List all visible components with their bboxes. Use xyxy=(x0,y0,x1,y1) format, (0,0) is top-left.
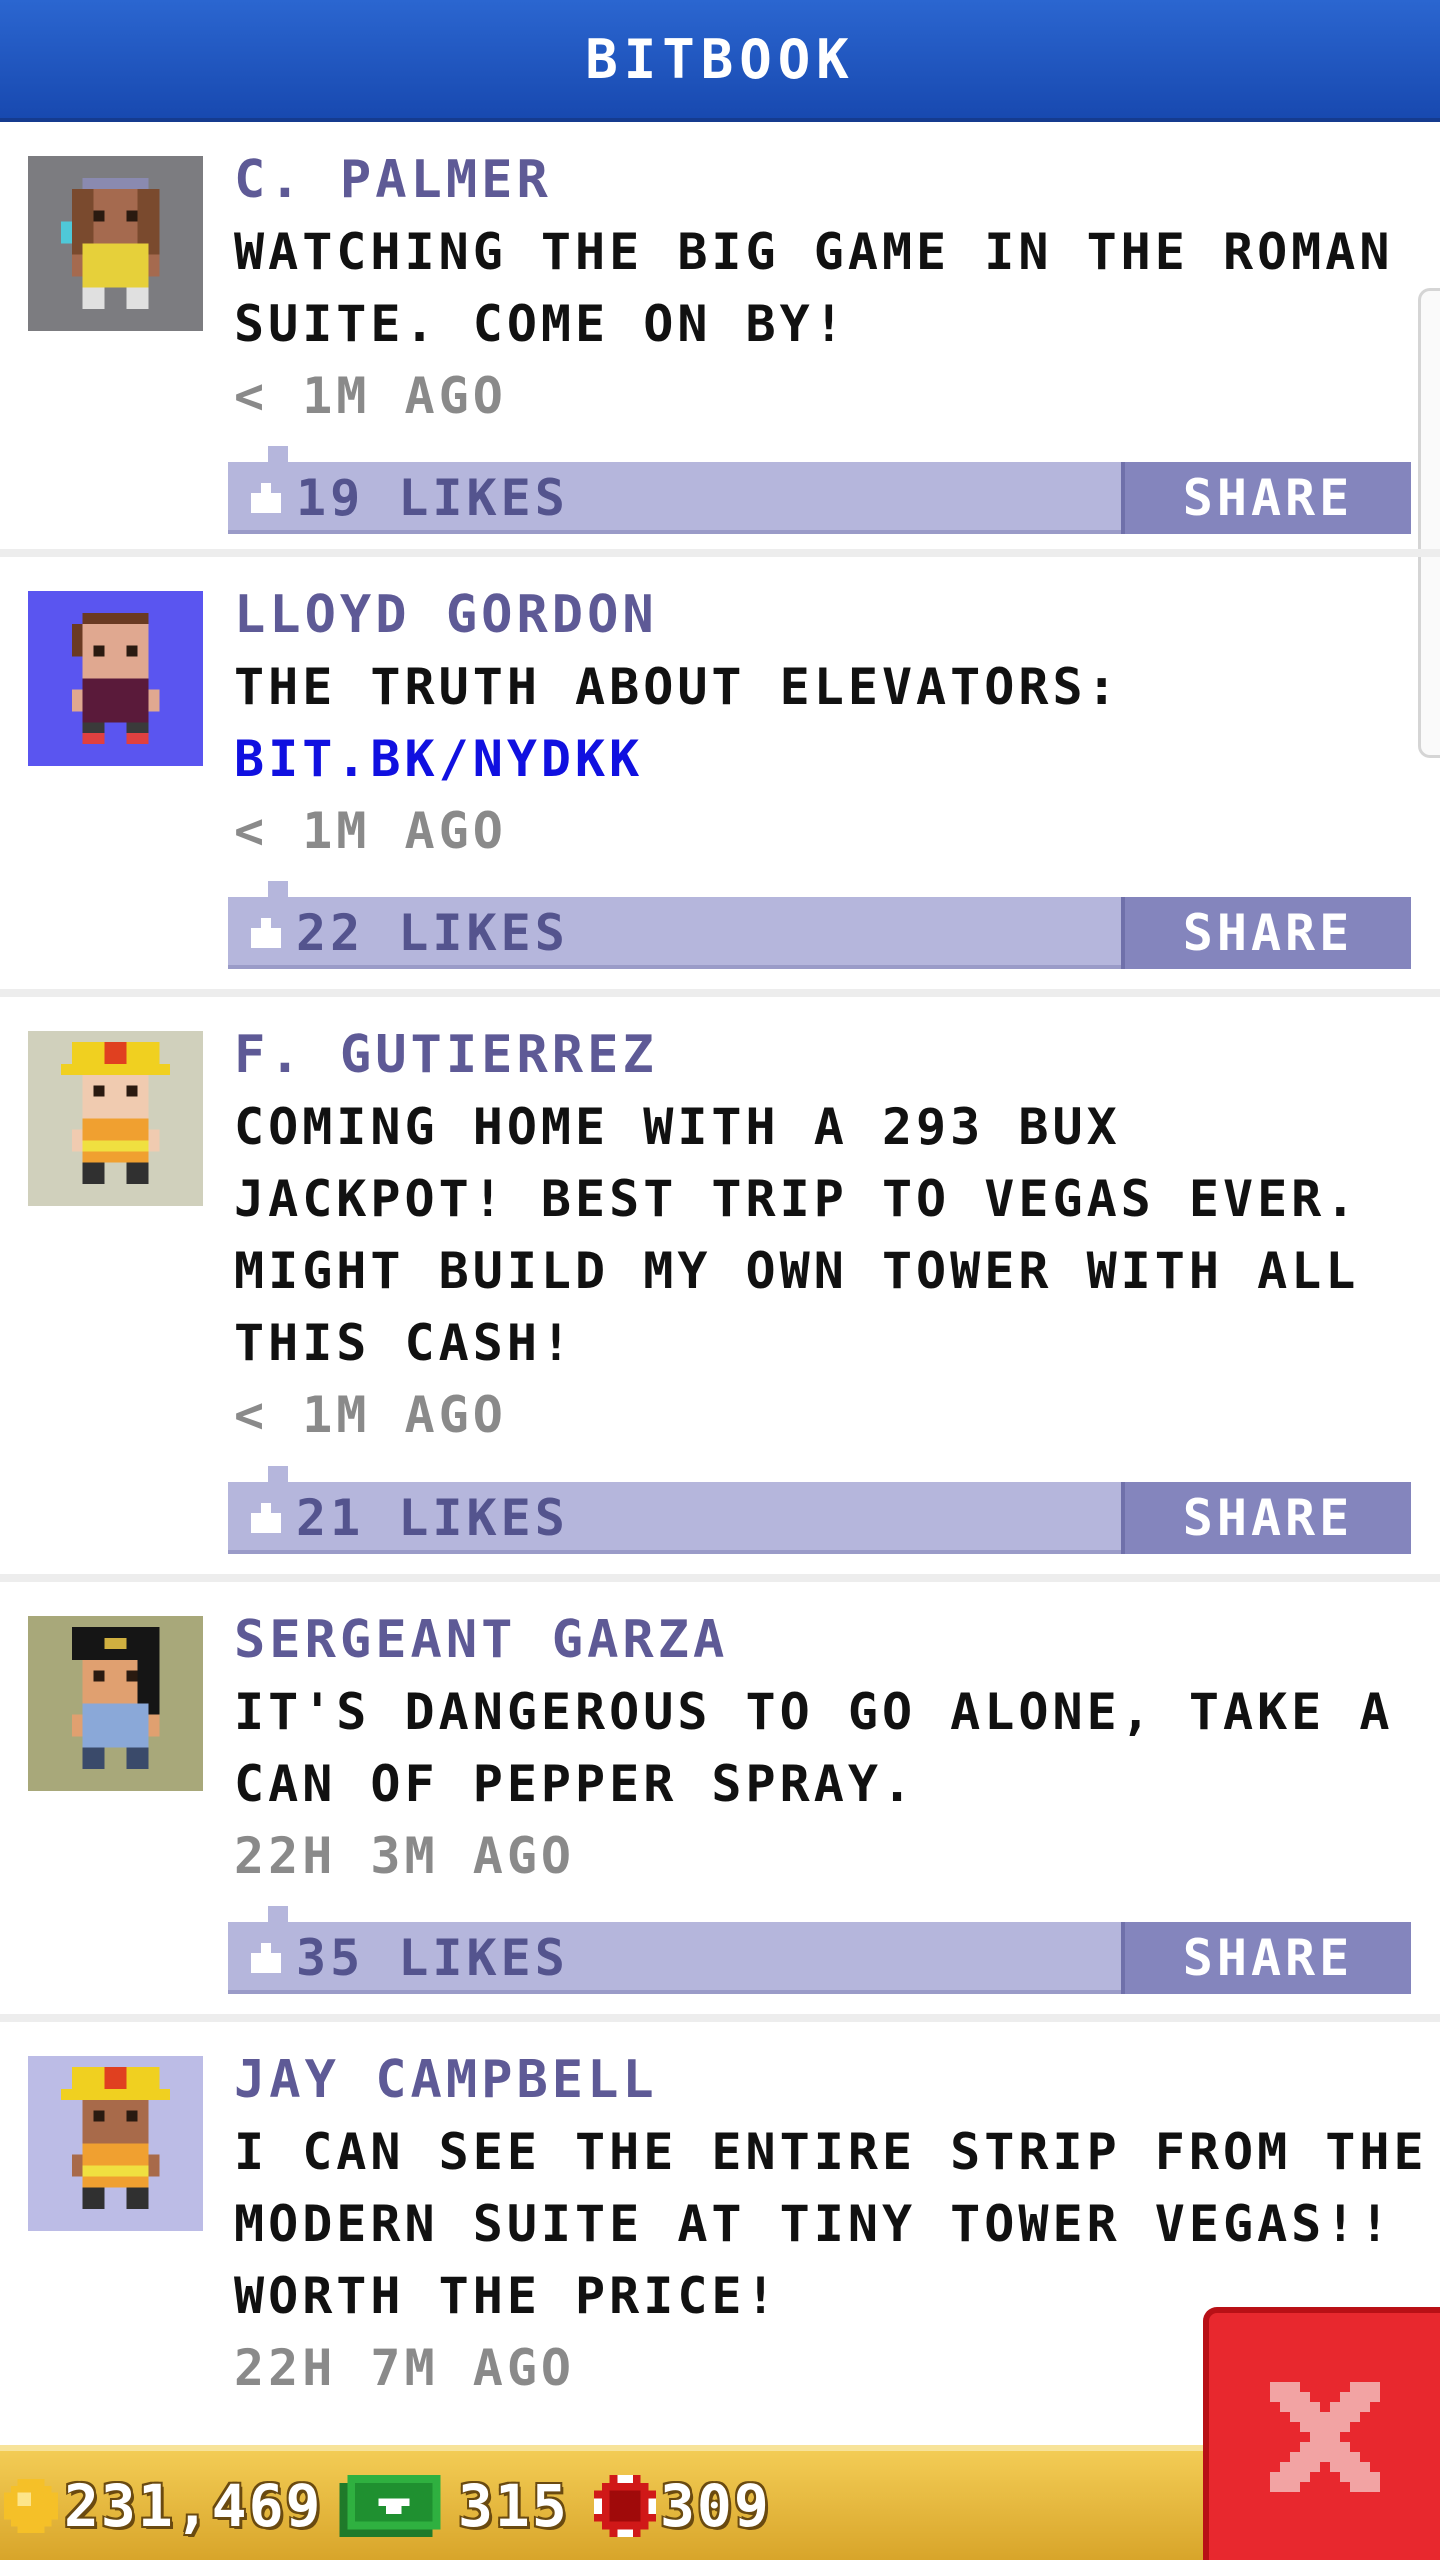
post-body: C. PALMER WATCHING THE BIG GAME IN THE R… xyxy=(234,144,1440,432)
avatar[interactable] xyxy=(28,2056,203,2231)
avatar-image xyxy=(28,156,203,331)
bar-notch xyxy=(268,1466,288,1482)
bux-icon xyxy=(339,2474,441,2537)
app-root: BITBOOK C. PALMER WATCHING THE BIG GAME … xyxy=(0,0,1440,2560)
bux-count: 315 xyxy=(458,2471,569,2540)
like-button[interactable]: 35 LIKES xyxy=(228,1922,1128,1994)
post-message: COMING HOME WITH A 293 BUX JACKPOT! BEST… xyxy=(234,1098,1360,1372)
likes-count: 19 LIKES xyxy=(296,469,569,527)
bar-notch xyxy=(268,1906,288,1922)
bar-notch xyxy=(268,881,288,897)
avatar[interactable] xyxy=(28,156,203,331)
like-button[interactable]: 22 LIKES xyxy=(228,897,1128,969)
thumbs-up-icon xyxy=(251,1503,281,1533)
avatar[interactable] xyxy=(28,1031,203,1206)
avatar-image xyxy=(28,2056,203,2231)
avatar-image xyxy=(28,1031,203,1206)
post-item: LLOYD GORDON THE TRUTH ABOUT ELEVATORS: … xyxy=(0,557,1440,997)
thumbs-up-icon xyxy=(251,1943,281,1973)
post-action-bar: 22 LIKES SHARE xyxy=(228,881,1411,969)
coins-stat: 231,469 xyxy=(4,2451,322,2560)
post-action-bar: 19 LIKES SHARE xyxy=(228,446,1411,534)
bux-stat: 315 xyxy=(338,2451,569,2560)
avatar[interactable] xyxy=(28,1616,203,1791)
coin-icon xyxy=(4,2478,58,2533)
likes-count: 21 LIKES xyxy=(296,1489,569,1547)
post-author[interactable]: JAY CAMPBELL xyxy=(234,2044,1440,2116)
like-button[interactable]: 21 LIKES xyxy=(228,1482,1128,1554)
likes-count: 35 LIKES xyxy=(296,1929,569,1987)
post-time: 22H 3M AGO xyxy=(234,1827,576,1885)
share-button[interactable]: SHARE xyxy=(1121,1922,1411,1994)
post-author[interactable]: F. GUTIERREZ xyxy=(234,1019,1440,1091)
bar-notch xyxy=(268,446,288,462)
like-button[interactable]: 19 LIKES xyxy=(228,462,1128,534)
avatar[interactable] xyxy=(28,591,203,766)
post-item: C. PALMER WATCHING THE BIG GAME IN THE R… xyxy=(0,122,1440,557)
post-message: THE TRUTH ABOUT ELEVATORS: xyxy=(234,658,1121,716)
avatar-image xyxy=(28,591,203,766)
post-message: IT'S DANGEROUS TO GO ALONE, TAKE A CAN O… xyxy=(234,1683,1394,1813)
chips-count: 309 xyxy=(660,2471,771,2540)
page-title: BITBOOK xyxy=(585,27,855,91)
header-bar: BITBOOK xyxy=(0,0,1440,122)
coins-count: 231,469 xyxy=(64,2471,323,2540)
post-time: < 1M AGO xyxy=(234,802,507,860)
thumbs-up-icon xyxy=(251,483,281,513)
post-action-bar: 35 LIKES SHARE xyxy=(228,1906,1411,1994)
post-author[interactable]: C. PALMER xyxy=(234,144,1440,216)
post-item: F. GUTIERREZ COMING HOME WITH A 293 BUX … xyxy=(0,997,1440,1582)
post-message: WATCHING THE BIG GAME IN THE ROMAN SUITE… xyxy=(234,223,1394,353)
post-body: LLOYD GORDON THE TRUTH ABOUT ELEVATORS: … xyxy=(234,579,1440,867)
post-action-bar: 21 LIKES SHARE xyxy=(228,1466,1411,1554)
close-icon xyxy=(1269,2381,1380,2492)
post-body: SERGEANT GARZA IT'S DANGEROUS TO GO ALON… xyxy=(234,1604,1440,1892)
avatar-image xyxy=(28,1616,203,1791)
chip-icon xyxy=(594,2474,656,2537)
post-author[interactable]: LLOYD GORDON xyxy=(234,579,1440,651)
post-time: < 1M AGO xyxy=(234,1386,507,1444)
post-feed: C. PALMER WATCHING THE BIG GAME IN THE R… xyxy=(0,122,1440,2560)
post-link[interactable]: BIT.BK/NYDKK xyxy=(234,723,1440,795)
post-message: I CAN SEE THE ENTIRE STRIP FROM THE MODE… xyxy=(234,2123,1428,2325)
post-item: SERGEANT GARZA IT'S DANGEROUS TO GO ALON… xyxy=(0,1582,1440,2022)
likes-count: 22 LIKES xyxy=(296,904,569,962)
share-button[interactable]: SHARE xyxy=(1121,897,1411,969)
post-author[interactable]: SERGEANT GARZA xyxy=(234,1604,1440,1676)
share-button[interactable]: SHARE xyxy=(1121,462,1411,534)
close-button[interactable] xyxy=(1203,2307,1440,2560)
thumbs-up-icon xyxy=(251,918,281,948)
chips-stat: 309 xyxy=(594,2451,771,2560)
post-body: F. GUTIERREZ COMING HOME WITH A 293 BUX … xyxy=(234,1019,1440,1451)
post-time: < 1M AGO xyxy=(234,367,507,425)
share-button[interactable]: SHARE xyxy=(1121,1482,1411,1554)
